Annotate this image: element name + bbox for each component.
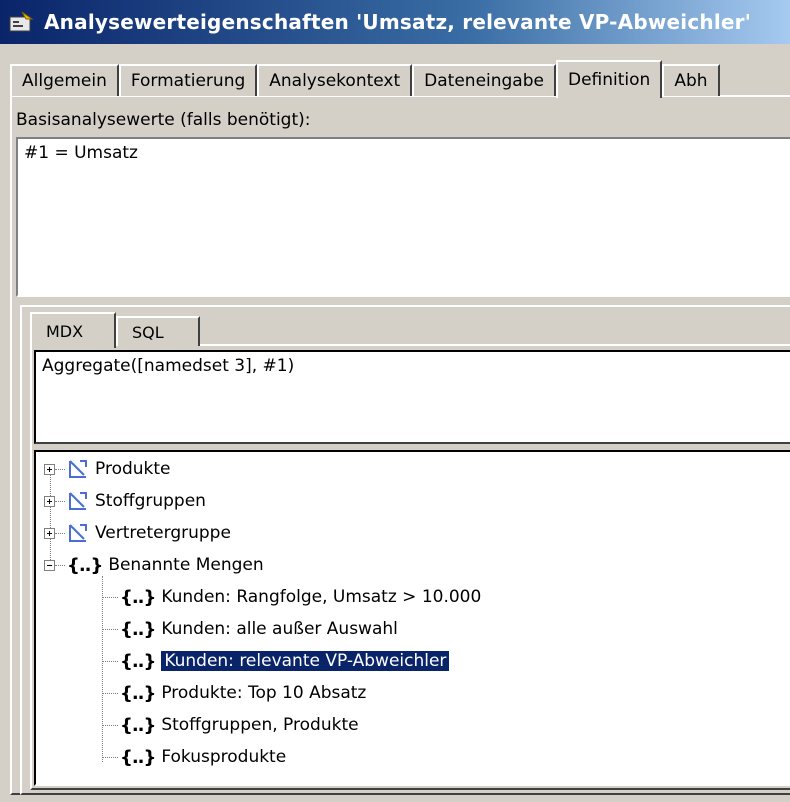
tab-sql[interactable]: SQL (116, 316, 200, 346)
named-set-icon: {..} (120, 682, 156, 704)
named-set-icon: {..} (67, 554, 103, 576)
tree-node-named-set[interactable]: {..} Kunden: Rangfolge, Umsatz > 10.000 (120, 583, 481, 611)
tree-node-label: Benannte Mengen (108, 555, 264, 575)
tree-node-label: Kunden: relevante VP-Abweichler (160, 650, 451, 672)
tree-line (102, 597, 118, 598)
tree-node-label: Produkte (95, 459, 171, 479)
dimension-icon (69, 460, 87, 478)
main-tab-strip: Allgemein Formatierung Analysekontext Da… (10, 58, 720, 98)
tab-abh[interactable]: Abh (662, 64, 720, 96)
tree-node-named-set[interactable]: {..} Produkte: Top 10 Absatz (120, 679, 366, 707)
named-set-icon: {..} (120, 714, 156, 736)
properties-window: Analysewerteigenschaften 'Umsatz, releva… (0, 0, 790, 802)
mdx-textbox[interactable]: Aggregate([namedset 3], #1) (34, 350, 790, 444)
tree-node-named-set[interactable]: {..} Stoffgruppen, Produkte (120, 711, 359, 739)
tree-node-label: Stoffgruppen, Produkte (161, 715, 359, 735)
tree-line (102, 629, 118, 630)
tree-node-label: Stoffgruppen (95, 491, 206, 511)
tab-dateneingabe[interactable]: Dateneingabe (412, 64, 556, 96)
properties-icon (8, 11, 34, 33)
dimension-icon (69, 492, 87, 510)
tree-node-label: Kunden: Rangfolge, Umsatz > 10.000 (161, 587, 482, 607)
title-bar[interactable]: Analysewerteigenschaften 'Umsatz, releva… (0, 0, 790, 44)
tree-node-named-set-selected[interactable]: {..} Kunden: relevante VP-Abweichler (120, 647, 451, 675)
expand-plus-icon[interactable] (44, 527, 55, 539)
named-set-icon: {..} (120, 586, 156, 608)
tree-node-named-set[interactable]: {..} Kunden: alle außer Auswahl (120, 615, 398, 643)
basis-value: #1 = Umsatz (24, 143, 138, 163)
tree-line (102, 661, 118, 662)
collapse-minus-icon[interactable] (44, 559, 55, 571)
tree-line (102, 576, 103, 762)
tree-node-stoffgruppen[interactable]: Stoffgruppen (44, 487, 206, 515)
expand-plus-icon[interactable] (44, 463, 55, 475)
tree-node-label: Vertretergruppe (95, 523, 231, 543)
window-title: Analysewerteigenschaften 'Umsatz, releva… (44, 10, 752, 34)
basis-label: Basisanalysewerte (falls benötigt): (16, 110, 311, 130)
basis-textbox[interactable]: #1 = Umsatz (16, 137, 790, 297)
tree-node-produkte[interactable]: Produkte (44, 455, 171, 483)
tab-allgemein[interactable]: Allgemein (10, 64, 119, 96)
tree-line (102, 693, 118, 694)
expression-tab-strip: MDX SQL (30, 310, 200, 348)
tree-node-label: Produkte: Top 10 Absatz (161, 683, 367, 703)
named-set-icon: {..} (120, 650, 156, 672)
mdx-value: Aggregate([namedset 3], #1) (42, 356, 295, 376)
dimension-icon (69, 524, 87, 542)
tab-definition[interactable]: Definition (555, 60, 663, 98)
named-set-icon: {..} (120, 618, 156, 640)
tab-analysekontext[interactable]: Analysekontext (257, 64, 413, 96)
tree-line (102, 725, 118, 726)
tree-line (102, 757, 118, 758)
tree-node-benannte-mengen[interactable]: {..} Benannte Mengen (44, 551, 264, 579)
tree-node-label: Kunden: alle außer Auswahl (161, 619, 398, 639)
object-tree[interactable]: Produkte Stoffgruppen Vertretergruppe {.… (34, 450, 790, 786)
tab-formatierung[interactable]: Formatierung (118, 64, 258, 96)
tree-node-vertretergruppe[interactable]: Vertretergruppe (44, 519, 231, 547)
tab-mdx[interactable]: MDX (30, 312, 116, 348)
expand-plus-icon[interactable] (44, 495, 55, 507)
tree-node-named-set[interactable]: {..} Fokusprodukte (120, 743, 286, 771)
tree-node-label: Fokusprodukte (161, 747, 287, 767)
named-set-icon: {..} (120, 746, 156, 768)
